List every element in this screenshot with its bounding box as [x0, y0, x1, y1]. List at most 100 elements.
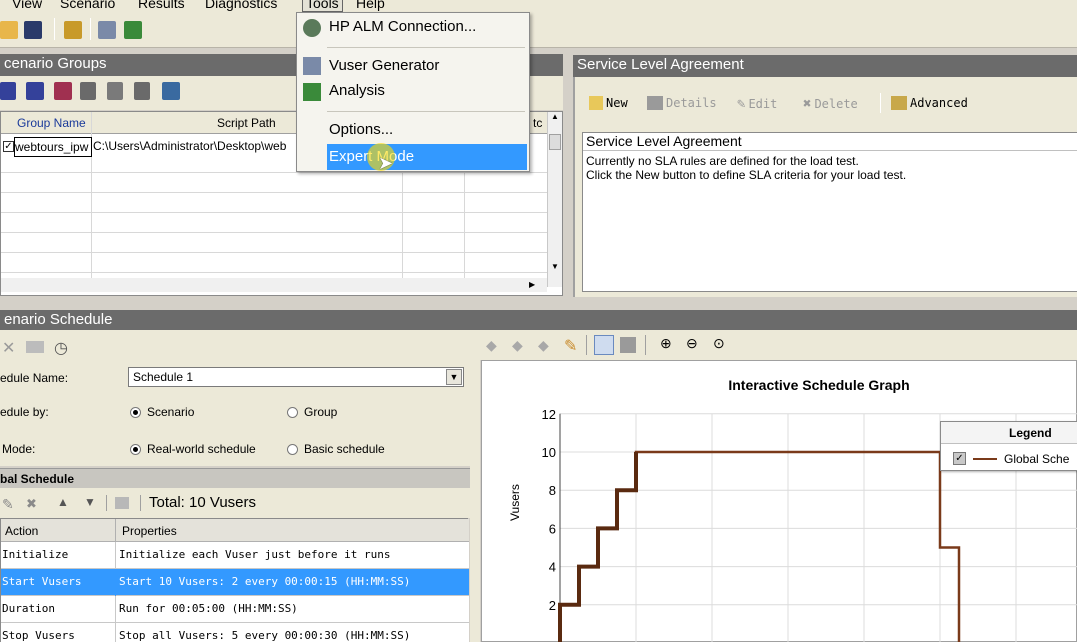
sla-new-button[interactable]: New — [589, 96, 628, 110]
menu-item-vuser-generator[interactable]: Vuser Generator — [329, 57, 439, 74]
toolbar-separator — [106, 495, 107, 511]
group-enable-checkbox[interactable]: ✓ — [3, 141, 14, 152]
y-tick-label: 12 — [542, 407, 556, 422]
menu-help[interactable]: Help — [356, 0, 385, 11]
vugen-icon — [303, 57, 321, 75]
menubar: View Scenario Results Diagnostics Tools … — [0, 0, 1077, 12]
table-row[interactable]: Stop Vusers Stop all Vusers: 5 every 00:0… — [1, 623, 469, 642]
schedule-by-label: edule by: — [0, 405, 49, 419]
graph-plot[interactable]: 2 4 6 8 10 12 — [482, 361, 1077, 642]
remove-group-icon[interactable] — [54, 82, 72, 100]
sla-panel: New Details ✎ Edit ✖ Delete Advanced Servi… — [573, 77, 1077, 297]
details-icon — [647, 96, 663, 110]
sla-delete-button[interactable]: ✖ Delete — [803, 96, 858, 112]
view-script-icon[interactable] — [162, 82, 180, 100]
table-row[interactable]: Duration Run for 00:05:00 (HH:MM:SS) — [1, 596, 469, 623]
sla-details-button[interactable]: Details — [647, 96, 717, 110]
runtime-settings-icon[interactable] — [134, 82, 150, 100]
column-action[interactable]: Action — [5, 524, 38, 538]
zoom-out-icon[interactable]: ⊖ — [686, 335, 698, 352]
tools-menu: HP ALM Connection... Vuser Generator Ana… — [296, 12, 530, 173]
scroll-down-icon[interactable]: ▼ — [549, 262, 561, 274]
scroll-up-icon[interactable]: ▲ — [549, 112, 561, 124]
graph-view-icon[interactable] — [594, 335, 614, 355]
menu-results[interactable]: Results — [138, 0, 185, 11]
move-up-icon[interactable]: ▲ — [57, 495, 69, 509]
graph-edit-icon[interactable]: ◆ — [486, 337, 497, 354]
delete-schedule-icon[interactable]: ✕ — [2, 338, 15, 358]
basic-schedule-radio[interactable]: Basic schedule — [287, 442, 385, 456]
menu-tools[interactable]: Tools — [302, 0, 343, 12]
schedule-graph: Interactive Schedule Graph Vusers 2 4 6 8 10… — [481, 360, 1077, 642]
graph-legend: Legend ✓ Global Sche — [940, 421, 1077, 471]
schedule-by-group-radio[interactable]: Group — [287, 405, 337, 419]
graph-add-icon[interactable]: ◆ — [512, 337, 523, 354]
delete-action-icon[interactable]: ✖ — [26, 496, 37, 512]
sla-box-title: Service Level Agreement — [583, 133, 1077, 151]
legend-item: Global Sche — [1004, 452, 1070, 466]
menu-item-options[interactable]: Options... — [329, 121, 393, 138]
menu-diagnostics[interactable]: Diagnostics — [205, 0, 277, 11]
save-icon[interactable] — [24, 21, 42, 39]
advanced-icon — [891, 96, 907, 110]
y-tick-label: 10 — [542, 445, 556, 460]
y-tick-label: 4 — [549, 560, 556, 575]
vertical-scrollbar[interactable]: ▲ ▼ — [547, 112, 562, 287]
toolbar-separator — [140, 495, 141, 511]
global-schedule-table: Action Properties Initialize Initialize e… — [0, 518, 469, 642]
graph-remove-icon[interactable]: ◆ — [538, 337, 549, 354]
menu-item-analysis[interactable]: Analysis — [329, 82, 385, 99]
schedule-name-select[interactable]: Schedule 1 ▼ — [128, 367, 464, 387]
edit-action-icon[interactable]: ✎ — [2, 496, 14, 513]
real-world-schedule-radio[interactable]: Real-world schedule — [130, 442, 256, 456]
table-row[interactable]: Start Vusers Start 10 Vusers: 2 every 00:… — [1, 569, 469, 596]
y-tick-label: 6 — [549, 521, 556, 536]
rename-schedule-icon[interactable] — [26, 341, 44, 353]
add-group-icon[interactable] — [0, 82, 16, 100]
chevron-down-icon[interactable]: ▼ — [446, 369, 462, 385]
splitter — [470, 330, 480, 642]
sla-header: Service Level Agreement — [573, 55, 1077, 77]
schedule-by-scenario-radio[interactable]: Scenario — [130, 405, 194, 419]
column-properties[interactable]: Properties — [122, 524, 177, 538]
scroll-thumb[interactable] — [549, 134, 561, 150]
toolbar-separator — [90, 18, 91, 40]
sla-content-box: Service Level Agreement Currently no SLA… — [582, 132, 1077, 292]
move-down-icon[interactable]: ▼ — [84, 495, 96, 509]
toolbar-separator — [54, 18, 55, 40]
schedule-time-icon[interactable]: ◷ — [54, 338, 68, 358]
menu-view[interactable]: View — [12, 0, 42, 11]
group-name-cell[interactable]: webtours_ipw — [14, 137, 92, 157]
open-icon[interactable] — [0, 21, 18, 39]
menu-scenario[interactable]: Scenario — [60, 0, 115, 11]
details-icon[interactable] — [107, 82, 123, 100]
group-properties-icon[interactable] — [80, 82, 96, 100]
group-users-icon[interactable] — [26, 82, 44, 100]
table-header: Action Properties — [1, 519, 469, 542]
sla-advanced-button[interactable]: Advanced — [891, 96, 968, 110]
menu-item-expert-mode[interactable]: Expert Mode — [327, 144, 527, 170]
global-schedule-toolbar: ✎ ✖ ▲ ▼ Total: 10 Vusers — [0, 488, 470, 518]
grid-view-icon[interactable] — [115, 497, 129, 509]
vugen-icon[interactable] — [98, 21, 116, 39]
y-tick-label: 2 — [549, 598, 556, 613]
legend-title: Legend — [941, 422, 1077, 444]
schedule-settings: ✕ ◷ edule Name: Schedule 1 ▼ edule by: S… — [0, 330, 470, 466]
fit-view-icon[interactable] — [620, 337, 636, 353]
legend-checkbox[interactable]: ✓ — [953, 452, 966, 465]
menu-item-alm-connection[interactable]: HP ALM Connection... — [329, 18, 476, 35]
zoom-in-icon[interactable]: ⊕ — [660, 335, 672, 352]
scroll-right-icon[interactable]: ▶ — [529, 280, 535, 289]
table-row[interactable]: Initialize Initialize each Vuser just bef… — [1, 542, 469, 569]
column-script-path[interactable]: Script Path — [217, 116, 276, 130]
column-group-name[interactable]: Group Name — [17, 116, 86, 130]
horizontal-scrollbar[interactable]: ▶ — [1, 278, 547, 292]
sla-edit-button[interactable]: ✎ Edit — [737, 96, 777, 112]
pencil-icon[interactable]: ✎ — [564, 336, 577, 356]
column-truncated[interactable]: tc — [533, 116, 542, 130]
load-generators-icon[interactable] — [64, 21, 82, 39]
zoom-reset-icon[interactable]: ⊙ — [713, 335, 725, 352]
analysis-icon[interactable] — [124, 21, 142, 39]
global-schedule-header: bal Schedule — [0, 468, 470, 488]
run-mode-label: Mode: — [2, 442, 36, 456]
